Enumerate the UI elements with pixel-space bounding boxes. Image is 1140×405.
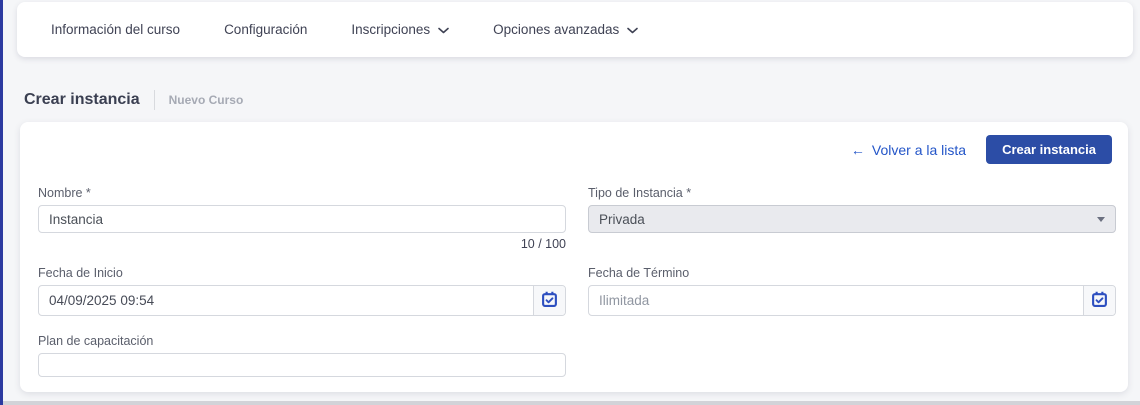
nav-item-label: Información del curso	[51, 22, 180, 37]
calendar-check-icon	[541, 291, 558, 311]
field-plan-capacitacion: Plan de capacitación	[38, 334, 566, 377]
nav-item-configuracion[interactable]: Configuración	[224, 22, 307, 37]
page: Información del curso Configuración Insc…	[0, 0, 1140, 405]
plan-capacitacion-label: Plan de capacitación	[38, 334, 566, 348]
nav-item-label: Configuración	[224, 22, 307, 37]
fecha-inicio-calendar-button[interactable]	[533, 286, 565, 315]
nombre-label: Nombre *	[38, 186, 566, 200]
chevron-down-icon	[627, 22, 638, 37]
arrow-left-icon: ←	[851, 142, 865, 158]
course-nav-bar: Información del curso Configuración Insc…	[17, 2, 1133, 57]
nav-item-label: Opciones avanzadas	[493, 22, 619, 37]
fecha-inicio-input[interactable]	[39, 286, 533, 315]
tipo-instancia-value: Privada	[599, 212, 645, 227]
bottom-edge-bar	[3, 401, 1140, 405]
left-edge-accent	[0, 0, 3, 405]
fecha-termino-group	[588, 285, 1116, 316]
select-caret-icon	[1097, 217, 1105, 222]
fecha-inicio-label: Fecha de Inicio	[38, 266, 566, 280]
breadcrumb: Crear instancia Nuevo Curso	[24, 90, 243, 110]
nombre-input[interactable]	[38, 205, 566, 233]
nav-item-opciones-avanzadas[interactable]: Opciones avanzadas	[493, 22, 638, 37]
chevron-down-icon	[438, 22, 449, 37]
tipo-instancia-label: Tipo de Instancia *	[588, 186, 1116, 200]
calendar-check-icon	[1091, 291, 1108, 311]
breadcrumb-subtitle: Nuevo Curso	[169, 93, 244, 107]
fecha-termino-label: Fecha de Término	[588, 266, 1116, 280]
nav-item-label: Inscripciones	[351, 22, 430, 37]
field-nombre: Nombre * 10 / 100	[38, 186, 566, 251]
create-instance-button[interactable]: Crear instancia	[986, 135, 1112, 164]
back-link-label: Volver a la lista	[872, 142, 966, 158]
nombre-char-counter: 10 / 100	[38, 237, 566, 251]
fecha-termino-calendar-button[interactable]	[1083, 286, 1115, 315]
card-toolbar: ← Volver a la lista Crear instancia	[851, 135, 1112, 164]
nav-item-inscripciones[interactable]: Inscripciones	[351, 22, 449, 37]
field-fecha-termino: Fecha de Término	[588, 266, 1116, 316]
back-to-list-link[interactable]: ← Volver a la lista	[851, 142, 966, 158]
plan-capacitacion-input[interactable]	[38, 353, 566, 377]
nav-item-informacion-del-curso[interactable]: Información del curso	[51, 22, 180, 37]
field-tipo-instancia: Tipo de Instancia * Privada	[588, 186, 1116, 233]
fecha-termino-input[interactable]	[589, 286, 1083, 315]
tipo-instancia-select[interactable]: Privada	[588, 205, 1116, 233]
page-title: Crear instancia	[24, 91, 140, 109]
field-fecha-inicio: Fecha de Inicio	[38, 266, 566, 316]
create-instance-card: ← Volver a la lista Crear instancia Nomb…	[20, 122, 1128, 392]
fecha-inicio-group	[38, 285, 566, 316]
breadcrumb-divider	[154, 90, 155, 110]
